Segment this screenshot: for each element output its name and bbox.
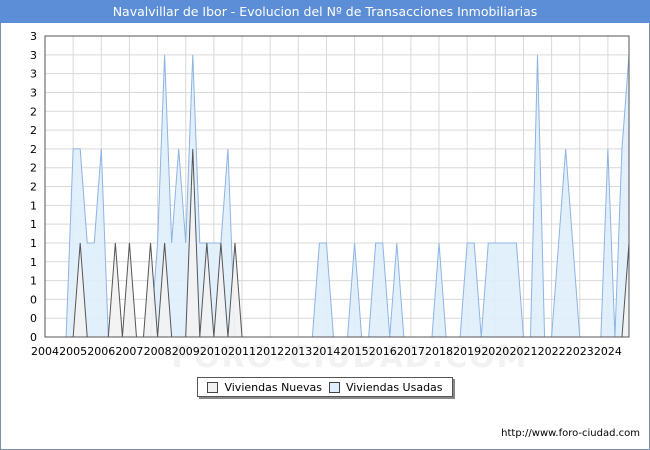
x-tick-labels: 2004 2005 2006 2007 2008 2009 2010 2011 2012 2013… (31, 345, 622, 358)
x-tick-label: 2012 (256, 345, 284, 358)
x-tick-label: 2020 (481, 345, 509, 358)
y-tick-label: 1 (30, 256, 37, 269)
x-tick-label: 2015 (341, 345, 369, 358)
footer-url[interactable]: http://www.foro-ciudad.com (501, 428, 640, 439)
legend-swatch-nuevas (207, 381, 219, 393)
y-tick-label: 1 (30, 275, 37, 288)
y-tick-label: 1 (30, 199, 37, 212)
y-tick-labels: 0 0 0 1 1 1 1 1 2 2 2 2 2 3 3 3 3 (30, 30, 37, 344)
y-tick-label: 0 (30, 331, 37, 344)
legend-label-nuevas: Viviendas Nuevas (224, 380, 323, 394)
x-tick-label: 2013 (284, 345, 312, 358)
x-tick-label: 2022 (538, 345, 566, 358)
x-tick-label: 2017 (397, 345, 425, 358)
y-tick-label: 2 (30, 181, 37, 194)
x-tick-label: 2023 (566, 345, 594, 358)
legend-item-usadas[interactable]: Viviendas Usadas (328, 380, 443, 394)
y-tick-label: 3 (30, 30, 37, 43)
x-tick-label: 2004 (31, 345, 59, 358)
y-tick-label: 3 (30, 68, 37, 81)
x-tick-label: 2007 (115, 345, 143, 358)
legend-item-nuevas[interactable]: Viviendas Nuevas (207, 381, 322, 394)
y-tick-label: 2 (30, 162, 37, 175)
y-tick-label: 0 (30, 312, 37, 325)
y-tick-label: 2 (30, 105, 37, 118)
x-tick-label: 2018 (425, 345, 453, 358)
x-tick-label: 2016 (369, 345, 397, 358)
x-tick-label: 2011 (228, 345, 256, 358)
y-tick-label: 3 (30, 86, 37, 99)
x-tick-label: 2008 (144, 345, 172, 358)
x-tick-label: 2006 (87, 345, 115, 358)
x-tick-label: 2021 (509, 345, 537, 358)
y-tick-label: 1 (30, 218, 37, 231)
legend: Viviendas Nuevas Viviendas Usadas (197, 377, 453, 397)
x-tick-label: 2014 (312, 345, 340, 358)
x-tick-label: 2024 (594, 345, 622, 358)
x-tick-label: 2005 (59, 345, 87, 358)
legend-label-usadas: Viviendas Usadas (345, 380, 443, 394)
y-tick-label: 1 (30, 237, 37, 250)
legend-swatch-usadas (328, 381, 340, 393)
x-tick-label: 2019 (453, 345, 481, 358)
x-tick-label: 2009 (172, 345, 200, 358)
y-tick-label: 3 (30, 49, 37, 62)
y-tick-label: 2 (30, 124, 37, 137)
y-tick-label: 2 (30, 143, 37, 156)
x-tick-label: 2010 (200, 345, 228, 358)
y-tick-label: 0 (30, 293, 37, 306)
